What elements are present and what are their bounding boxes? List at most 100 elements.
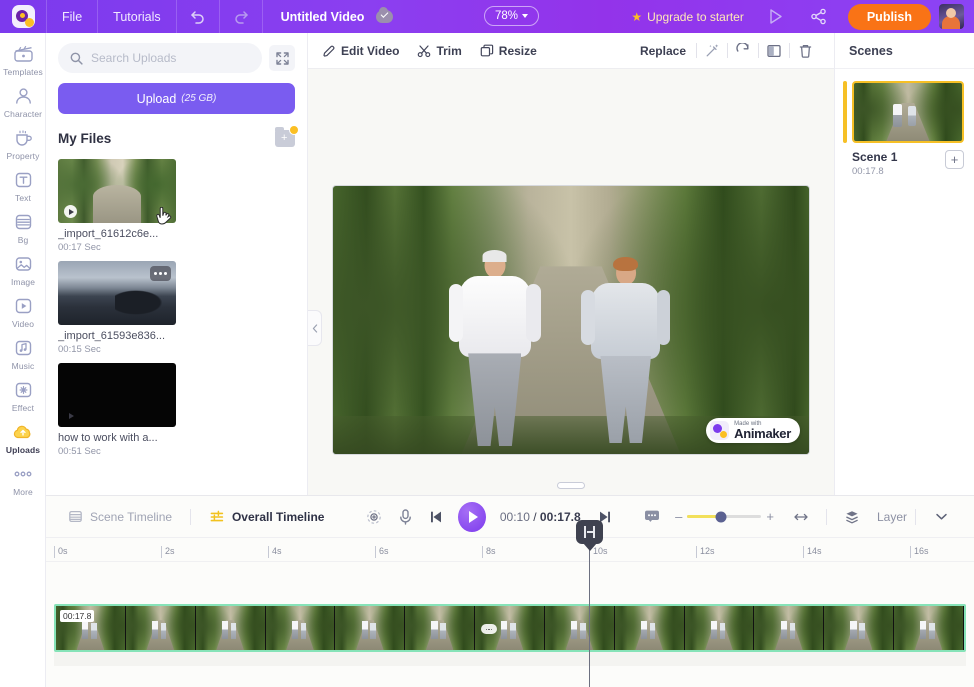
trim-button[interactable]: Trim <box>417 44 462 58</box>
file-name: _import_61612c6e... <box>58 228 159 240</box>
resize-label: Resize <box>498 43 537 58</box>
timeline-clip[interactable]: 00:17.8 <box>54 604 966 652</box>
subtitle-icon[interactable] <box>636 502 667 532</box>
sidebar-item-more[interactable]: More <box>0 463 45 497</box>
sidebar-item-video[interactable]: Video <box>0 295 45 329</box>
zoom-out-button[interactable]: – <box>675 510 682 523</box>
sidebar-item-templates[interactable]: Templates <box>0 43 45 77</box>
file-thumbnail[interactable] <box>58 363 176 427</box>
fit-to-width-icon[interactable] <box>784 502 818 532</box>
file-thumbnail[interactable] <box>58 261 176 325</box>
redo-icon[interactable] <box>220 0 262 33</box>
menu-file[interactable]: File <box>47 0 97 33</box>
timeline-playhead[interactable] <box>576 520 603 687</box>
list-item[interactable]: _import_61593e836... 00:15 Sec <box>58 261 176 355</box>
clip-frame <box>125 606 196 650</box>
upload-label: Upload <box>136 91 177 106</box>
undo-icon[interactable] <box>177 0 219 33</box>
sidebar-item-character[interactable]: Character <box>0 85 45 119</box>
star-icon: ★ <box>631 9 643 24</box>
chevron-down-icon[interactable] <box>924 502 958 532</box>
microphone-icon[interactable] <box>390 502 421 532</box>
sidebar-item-uploads[interactable]: Uploads <box>0 421 45 455</box>
clip-frame <box>265 606 336 650</box>
templates-icon <box>12 43 34 65</box>
add-scene-button[interactable]: + <box>945 150 964 169</box>
search-icon <box>70 52 83 65</box>
app-logo[interactable] <box>0 0 46 33</box>
project-title[interactable]: Untitled Video <box>263 10 377 24</box>
layers-icon[interactable] <box>835 502 869 532</box>
edit-video-label: Edit Video <box>341 43 400 58</box>
playhead-handle[interactable] <box>576 520 603 544</box>
sidebar-label: Text <box>15 193 31 203</box>
sidebar-label: Character <box>3 109 43 119</box>
timeline-ruler[interactable]: 0s 2s 4s 6s 8s 10s 12s 14s 16s <box>46 538 974 562</box>
edit-video-button[interactable]: Edit Video <box>322 44 399 58</box>
scene-thumbnail[interactable] <box>852 81 964 143</box>
chevron-down-icon <box>522 14 529 18</box>
current-time: 00:10 <box>499 509 530 524</box>
play-button[interactable] <box>458 501 486 532</box>
file-thumbnail[interactable] <box>58 159 176 223</box>
zoom-slider-knob[interactable] <box>715 511 727 522</box>
tab-overall-timeline[interactable]: Overall Timeline <box>197 509 337 525</box>
more-icon <box>12 463 34 485</box>
ruler-tick: 4s <box>268 546 282 558</box>
skip-previous-icon[interactable] <box>421 502 452 532</box>
resize-button[interactable]: Resize <box>480 44 537 58</box>
share-icon[interactable] <box>798 0 840 33</box>
sidebar-item-effect[interactable]: Effect <box>0 379 45 413</box>
expand-icon[interactable] <box>269 45 295 71</box>
panel-collapse-button[interactable] <box>308 310 322 346</box>
sidebar-label: Music <box>11 361 35 371</box>
timeline-zoom-slider[interactable]: – + <box>675 510 774 523</box>
list-item[interactable]: how to work with a... 00:51 Sec <box>58 363 176 457</box>
sidebar-label: Uploads <box>5 445 41 455</box>
preview-play-icon[interactable] <box>756 0 798 33</box>
scene-name: Scene 1 <box>852 150 898 164</box>
file-duration: 00:17 Sec <box>58 242 101 253</box>
stage-toolbar-right: Replace <box>640 38 820 64</box>
magic-wand-icon[interactable] <box>697 38 727 64</box>
file-name: _import_61593e836... <box>58 330 166 342</box>
video-preview[interactable]: Made with Animaker <box>332 185 810 455</box>
scenes-panel: Scenes Scene 1 00:17.8 + <box>834 33 974 495</box>
tab-scene-timeline[interactable]: Scene Timeline <box>56 509 184 524</box>
sidebar-item-image[interactable]: Image <box>0 253 45 287</box>
layer-label[interactable]: Layer <box>877 510 907 524</box>
my-files-header: My Files + <box>58 125 299 147</box>
canvas-area: Made with Animaker <box>308 69 834 495</box>
list-item[interactable]: _import_61612c6e... 00:17 Sec <box>58 159 176 253</box>
search-box[interactable] <box>58 43 262 73</box>
user-avatar[interactable] <box>939 4 964 29</box>
upgrade-button[interactable]: ★ Upgrade to starter <box>619 10 755 24</box>
add-folder-icon[interactable]: + <box>275 125 299 147</box>
sidebar-item-music[interactable]: Music <box>0 337 45 371</box>
scenes-title: Scenes <box>835 33 974 69</box>
file-duration: 00:51 Sec <box>58 446 101 457</box>
zoom-in-button[interactable]: + <box>766 510 774 523</box>
file-duration: 00:15 Sec <box>58 344 101 355</box>
add-marker-icon[interactable] <box>358 502 389 532</box>
sidebar-item-property[interactable]: Property <box>0 127 45 161</box>
zoom-slider-track[interactable] <box>687 511 762 522</box>
sidebar-item-text[interactable]: Text <box>0 169 45 203</box>
upgrade-label: Upgrade to starter <box>647 9 744 24</box>
file-options-icon[interactable] <box>150 266 171 281</box>
ruler-tick: 12s <box>696 546 715 558</box>
music-icon <box>12 337 34 359</box>
animaker-video-editor: File Tutorials Untitled Video 78% ★ Upgr… <box>0 0 974 687</box>
scene-list: Scene 1 00:17.8 + <box>835 69 974 177</box>
replace-button[interactable]: Replace <box>640 44 686 58</box>
delete-icon[interactable] <box>790 38 820 64</box>
menu-tutorials[interactable]: Tutorials <box>98 0 175 33</box>
flip-icon[interactable] <box>759 38 789 64</box>
panel-drag-handle[interactable] <box>557 482 585 489</box>
publish-button[interactable]: Publish <box>847 3 931 30</box>
search-input[interactable] <box>91 51 250 65</box>
rotate-icon[interactable] <box>728 38 758 64</box>
upload-button[interactable]: Upload (25 GB) <box>58 83 295 114</box>
canvas-zoom-selector[interactable]: 78% <box>484 6 540 26</box>
sidebar-item-bg[interactable]: Bg <box>0 211 45 245</box>
